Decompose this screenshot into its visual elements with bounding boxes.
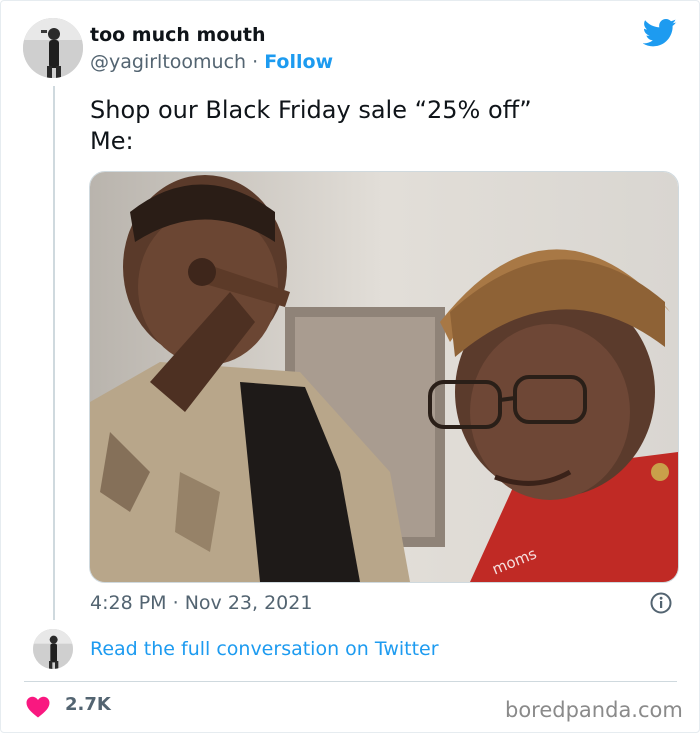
thread-line [53, 86, 55, 620]
follow-button[interactable]: Follow [264, 51, 333, 73]
info-icon[interactable] [650, 592, 672, 614]
twitter-bird-icon[interactable] [642, 18, 677, 48]
conversation-avatar[interactable] [33, 629, 73, 669]
heart-icon[interactable] [26, 696, 50, 718]
site-watermark: boredpanda.com [505, 698, 683, 722]
tweet-timestamp[interactable]: 4:28 PM · Nov 23, 2021 [90, 592, 312, 614]
tweet-text: Shop our Black Friday sale “25% off” Me: [90, 96, 532, 155]
tweet-time: 4:28 PM [90, 592, 167, 614]
author-handle[interactable]: @yagirltoomuch [90, 51, 246, 73]
author-handle-row: @yagirltoomuch · Follow [90, 51, 333, 73]
divider [24, 681, 677, 682]
read-full-conversation-link[interactable]: Read the full conversation on Twitter [90, 638, 439, 660]
separator-dot: · [172, 592, 179, 614]
author-display-name[interactable]: too much mouth [90, 24, 266, 46]
tweet-media-image[interactable]: moms [89, 171, 679, 583]
tweet-date: Nov 23, 2021 [184, 592, 313, 614]
author-avatar[interactable] [23, 18, 83, 78]
like-count: 2.7K [65, 694, 111, 715]
separator-dot: · [252, 51, 259, 73]
